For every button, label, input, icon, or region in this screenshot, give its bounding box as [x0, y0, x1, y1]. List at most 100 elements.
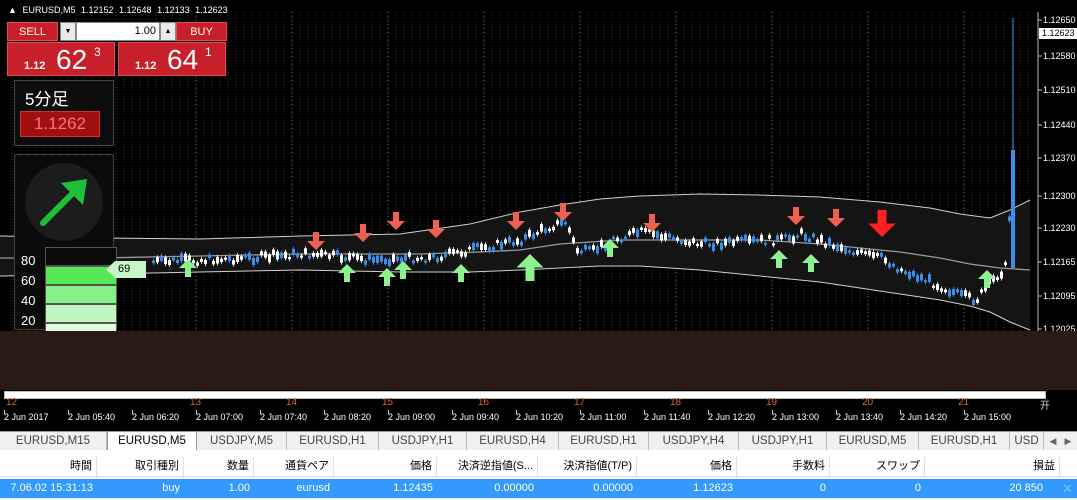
lot-decrease-button[interactable]: ▼ — [60, 22, 76, 41]
time-tick — [708, 410, 709, 414]
candle-body — [620, 239, 623, 243]
column-header[interactable]: 価格 — [334, 457, 437, 476]
column-header[interactable]: 取引種別 — [97, 457, 184, 476]
candle-body — [832, 244, 835, 249]
time-tick — [900, 410, 901, 414]
column-header[interactable]: 数量 — [184, 457, 254, 476]
column-header[interactable]: 手数料 — [737, 457, 830, 476]
time-tick — [772, 410, 773, 414]
sell-price-box[interactable]: 1.12 62 3 — [7, 42, 115, 76]
candle-body — [680, 240, 683, 244]
close-value: 1.12623 — [195, 5, 228, 15]
candle-body — [248, 252, 251, 260]
candle-body — [744, 234, 747, 241]
timeframe-panel: 5分足 1.1262 — [14, 80, 114, 146]
candle-body — [568, 227, 571, 233]
column-header[interactable]: 価格 — [637, 457, 737, 476]
candle-body — [752, 236, 755, 243]
candle-body — [812, 233, 815, 238]
candle-body — [460, 251, 463, 257]
scale-label-80: 80 — [21, 253, 36, 268]
chart-tab[interactable]: EURUSD,H1 — [559, 432, 649, 451]
time-label: 2 Jun 15:00 — [964, 412, 1012, 422]
candle-body — [252, 258, 255, 266]
candle-body — [716, 238, 719, 244]
column-header[interactable]: 決済逆指値(S... — [437, 457, 538, 476]
price-label: 1.12230 — [1043, 223, 1076, 233]
column-header[interactable]: 時間 — [0, 457, 97, 476]
candle-body — [476, 243, 479, 247]
level-value: 69 — [118, 263, 131, 275]
candle-body — [380, 255, 383, 262]
tab-scroll-right-icon[interactable]: ▶ — [1061, 434, 1075, 448]
close-icon[interactable]: ✕ — [1062, 479, 1073, 498]
chart-tab[interactable]: EURUSD,H1 — [287, 432, 379, 451]
candle-body — [996, 277, 999, 281]
candle-body — [260, 251, 263, 256]
candle-body — [444, 251, 447, 258]
table-row[interactable]: ✕ 7.06.02 15:31:13 buy 1.00 eurusd 1.12435 0.… — [0, 479, 1077, 498]
candle-body — [588, 246, 591, 250]
price-label: 1.12095 — [1043, 291, 1076, 301]
candle-body — [404, 254, 407, 261]
candle-body — [864, 251, 867, 255]
chart-tab[interactable]: USDJPY,H4 — [649, 432, 739, 451]
candle-body — [160, 255, 163, 261]
symbol-info: ▲ EURUSD,M5 1.12152 1.12648 1.12133 1.12… — [8, 5, 231, 15]
sell-price-prefix: 1.12 — [24, 60, 46, 72]
sell-price-sup: 3 — [94, 45, 101, 59]
candle-body — [876, 253, 879, 257]
candle-body — [236, 255, 239, 263]
orders-header: 時間 取引種別 数量 通貨ペア 価格 決済逆指値(S... 決済指値(T/P) 価格 手数料 スワ… — [0, 457, 1077, 477]
chart-tab[interactable]: EURUSD,M15 — [0, 432, 107, 451]
chart-tab[interactable]: USD — [1010, 432, 1044, 451]
candle-body — [392, 254, 395, 262]
candle-body — [592, 245, 595, 250]
candle-body — [920, 273, 923, 281]
session-number: 开 — [1040, 401, 1050, 412]
table-cell: 1.12623 — [693, 482, 733, 494]
chart-tab[interactable]: EURUSD,H4 — [467, 432, 559, 451]
chart-tab[interactable]: USDJPY,H1 — [739, 432, 827, 451]
tab-scroll-left-icon[interactable]: ◀ — [1046, 434, 1060, 448]
buy-price-box[interactable]: 1.12 64 1 — [118, 42, 226, 76]
candle-body — [324, 251, 327, 254]
candle-body — [968, 292, 971, 298]
candle-body — [952, 289, 955, 296]
column-header[interactable]: 通貨ペア — [254, 457, 334, 476]
candle-body — [296, 253, 299, 258]
buy-button[interactable]: BUY — [176, 22, 227, 41]
candle-body — [708, 243, 711, 247]
table-cell: 0 — [819, 482, 826, 494]
chart-tab[interactable]: USDJPY,M5 — [197, 432, 287, 451]
candle-body — [448, 248, 451, 254]
high-value: 1.12648 — [119, 5, 152, 15]
column-header[interactable]: スワップ — [830, 457, 925, 476]
candle-body — [916, 275, 919, 282]
chart-tabs: EURUSD,M15 EURUSD,M5 USDJPY,M5 EURUSD,H1 USD… — [0, 431, 1077, 451]
lot-increase-button[interactable]: ▲ — [160, 22, 176, 41]
chart-tab[interactable]: USDJPY,H1 — [379, 432, 467, 451]
time-label: 2 Jun 07:00 — [196, 412, 244, 422]
column-header[interactable]: 決済指値(T/P) — [538, 457, 637, 476]
chart-tab[interactable]: EURUSD,M5 — [827, 432, 919, 451]
time-label: 2 Jun 13:40 — [836, 412, 884, 422]
column-header[interactable]: 損益 — [925, 457, 1060, 476]
sell-price-big: 62 — [56, 44, 88, 75]
time-tick — [4, 410, 5, 414]
chart-tab[interactable]: EURUSD,M5 — [107, 432, 197, 451]
candle-body — [284, 251, 287, 259]
candle-body — [368, 253, 371, 260]
candle-body — [312, 252, 315, 257]
symbol-name: EURUSD,M5 — [22, 5, 76, 15]
chart-tab[interactable]: EURUSD,H1 — [919, 432, 1010, 451]
candle-body — [724, 238, 727, 246]
candle-body — [548, 228, 551, 232]
candle-body — [172, 257, 175, 261]
scale-label-40: 40 — [21, 293, 36, 308]
lot-input[interactable]: 1.00 — [76, 22, 160, 41]
sell-button[interactable]: SELL — [7, 22, 58, 41]
candle-body — [728, 237, 731, 243]
chart-scrollbar[interactable] — [4, 391, 1046, 399]
up-right-arrow-icon — [40, 179, 87, 226]
